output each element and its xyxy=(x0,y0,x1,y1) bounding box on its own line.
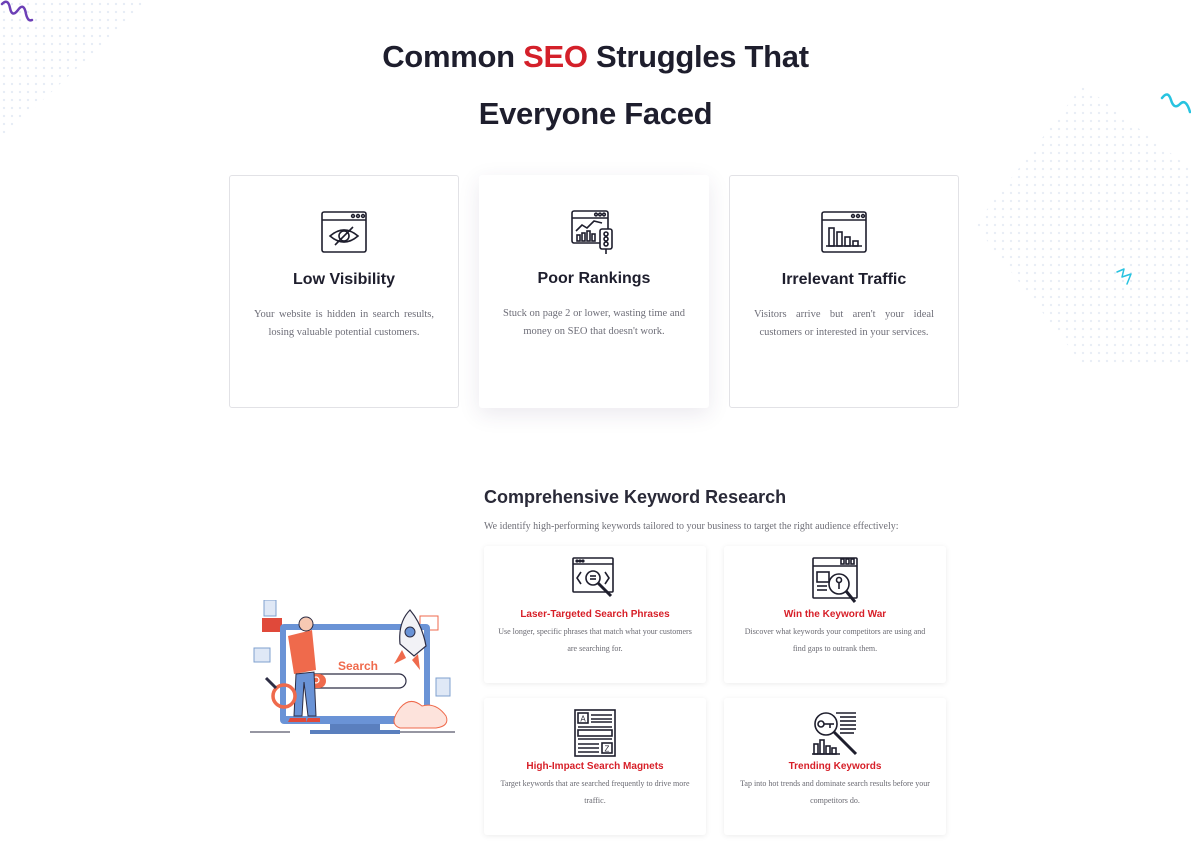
svg-text:Z: Z xyxy=(605,745,610,754)
struggle-card-low-visibility: Low Visibility Your website is hidden in… xyxy=(229,175,459,408)
struggle-title: Irrelevant Traffic xyxy=(781,271,907,288)
struggle-card-poor-rankings: Poor Rankings Stuck on page 2 or lower, … xyxy=(479,175,709,408)
feature-title: High-Impact Search Magnets xyxy=(526,761,664,772)
struggle-text: Stuck on page 2 or lower, wasting time a… xyxy=(503,308,685,337)
struggle-title: Poor Rankings xyxy=(537,270,651,287)
squiggle-purple-icon xyxy=(0,0,34,22)
struggle-text: Your website is hidden in search results… xyxy=(254,309,434,338)
feature-title: Laser-Targeted Search Phrases xyxy=(520,609,670,620)
feature-title: Trending Keywords xyxy=(788,761,882,772)
section-description: We identify high-performing keywords tai… xyxy=(484,521,899,532)
feature-card-keyword-war: Win the Keyword War Discover what keywor… xyxy=(724,546,946,683)
zigzag-cyan-icon xyxy=(1116,268,1132,285)
hidden-eye-icon xyxy=(321,211,367,253)
struggle-card-irrelevant-traffic: Irrelevant Traffic Visitors arrive but a… xyxy=(729,175,959,408)
illustration-search-label: Search xyxy=(338,659,378,673)
feature-text: Use longer, specific phrases that match … xyxy=(498,627,692,653)
page-title: Common SEO Struggles That Everyone Faced xyxy=(382,39,809,131)
feature-text: Target keywords that are searched freque… xyxy=(500,779,690,805)
feature-card-trending-keywords: Trending Keywords Tap into hot trends an… xyxy=(724,698,946,835)
trending-key-icon xyxy=(812,712,858,756)
ranking-chart-icon xyxy=(571,210,613,254)
feature-card-search-magnets: A Z High-Impact Search Magnets Target ke… xyxy=(484,698,706,835)
struggle-title: Low Visibility xyxy=(293,271,395,288)
feature-text: Discover what keywords your competitors … xyxy=(744,627,926,653)
feature-title: Win the Keyword War xyxy=(783,609,887,620)
search-phrase-icon xyxy=(572,557,614,598)
keyword-war-icon xyxy=(812,557,858,603)
section-title: Comprehensive Keyword Research xyxy=(484,487,787,507)
feature-card-laser-targeted: Laser-Targeted Search Phrases Use longer… xyxy=(484,546,706,683)
seo-search-illustration: Search xyxy=(250,600,455,734)
title-accent-seo: SEO xyxy=(523,39,588,74)
struggle-text: Visitors arrive but aren't your ideal cu… xyxy=(754,309,934,338)
feature-text: Tap into hot trends and dominate search … xyxy=(740,779,930,805)
traffic-chart-icon xyxy=(821,211,867,253)
search-magnet-icon: A Z xyxy=(574,709,616,757)
svg-text:A: A xyxy=(580,715,586,724)
